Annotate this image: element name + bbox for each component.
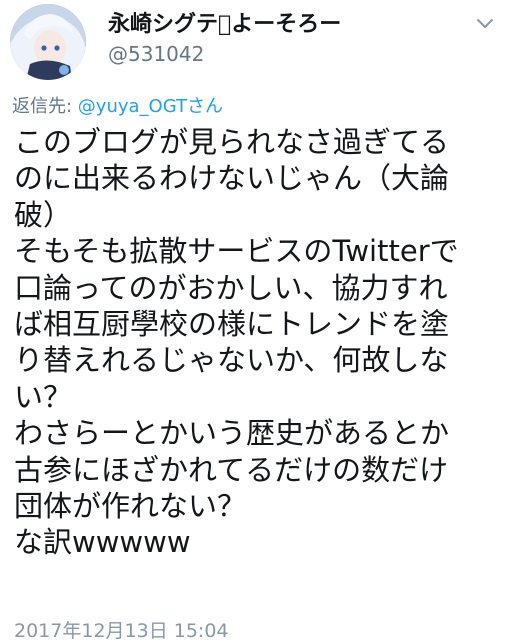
reply-mention-link[interactable]: @yuya_OGTさん — [78, 96, 223, 117]
avatar[interactable] — [10, 4, 86, 80]
tweet-text-line: わさらーとかいう歴史があるとか — [14, 416, 450, 451]
tweet-text-line: 古参にほざかれてるだけの数だけ — [14, 452, 449, 487]
tweet-text-line: そもそも拡散サービスのTwitterで — [14, 234, 459, 269]
tweet-text-line: このブログが見られなさ過ぎてる — [14, 125, 450, 159]
reply-context: 返信先: @yuya_OGTさん — [12, 92, 223, 118]
user-handle[interactable]: @531042 — [108, 42, 204, 66]
tweet-text-line: 口論ってのがおかしい、協力すれ — [14, 270, 448, 305]
tweet-text-line: り替えれるじゃないか、何故しな — [14, 343, 449, 378]
tweet-timestamp[interactable]: 2017年12月13日 15:04 — [14, 616, 229, 643]
tweet-text: このブログが見られなさ過ぎてる のに出来るわけないじゃん（大論 破） そもそも拡… — [14, 124, 500, 561]
tweet-text-line: な訳wwwww — [14, 525, 191, 560]
avatar-image — [10, 4, 86, 80]
chevron-down-icon[interactable] — [474, 12, 496, 34]
tweet-text-line: い？ — [14, 379, 73, 414]
reply-prefix: 返信先: — [12, 96, 78, 117]
tweet-text-line: 破） — [14, 197, 73, 232]
tweet-text-line: 団体が作れない？ — [14, 489, 247, 524]
tweet-text-line: ば相互厨學校の様にトレンドを塗 — [14, 307, 450, 342]
tweet-text-line: のに出来るわけないじゃん（大論 — [14, 161, 450, 196]
display-name[interactable]: 永崎シグテ よーそろー — [108, 6, 341, 38]
